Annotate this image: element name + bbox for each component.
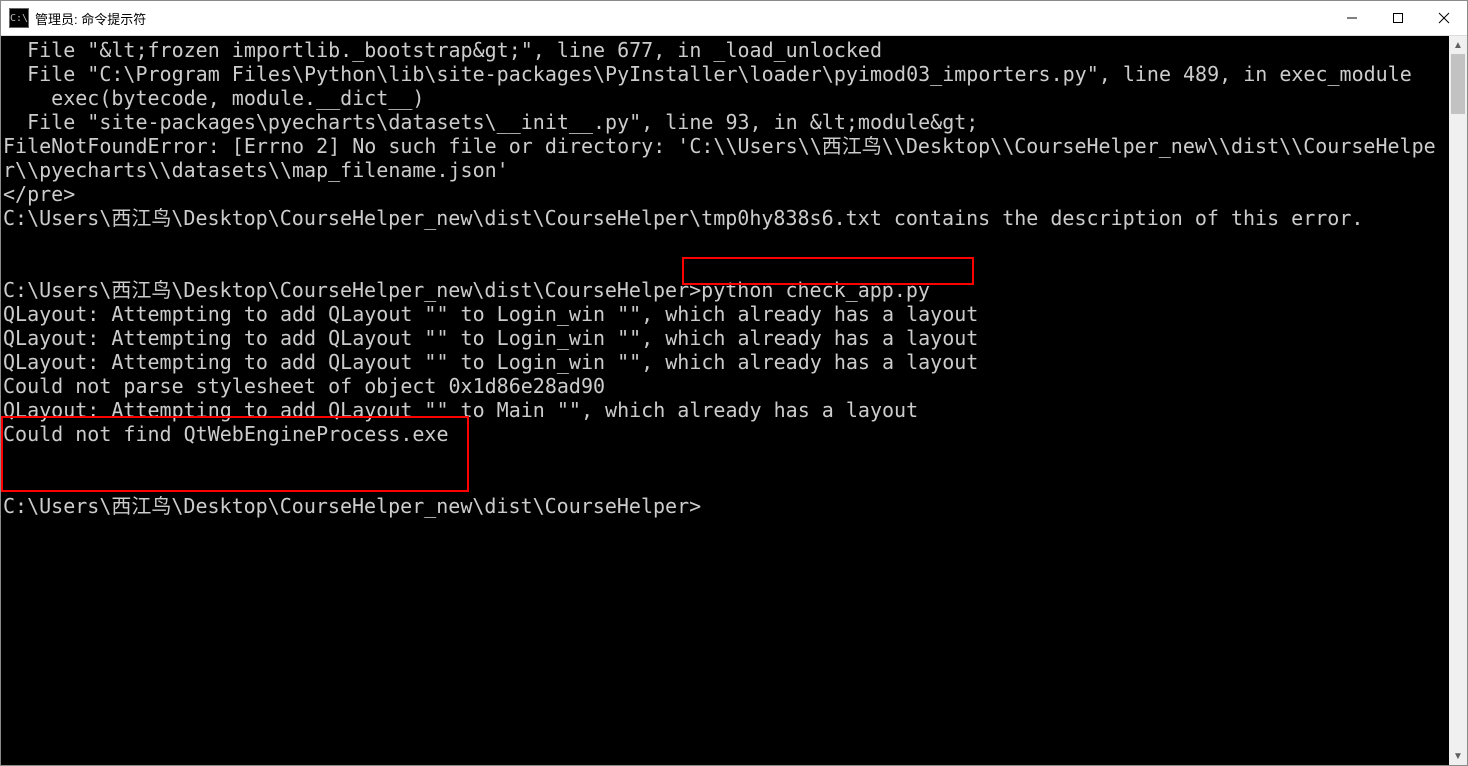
terminal-line: QLayout: Attempting to add QLayout "" to… [3, 302, 978, 326]
terminal-line: </pre> [3, 182, 75, 206]
terminal-line: Could not parse stylesheet of object 0x1… [3, 374, 605, 398]
terminal-output[interactable]: File "&lt;frozen importlib._bootstrap&gt… [1, 36, 1449, 765]
terminal-area: File "&lt;frozen importlib._bootstrap&gt… [1, 36, 1467, 765]
cmd-window: C:\ 管理员: 命令提示符 File "&lt;frozen importli… [0, 0, 1468, 766]
terminal-line: QLayout: Attempting to add QLayout "" to… [3, 398, 918, 422]
terminal-line: QLayout: Attempting to add QLayout "" to… [3, 350, 978, 374]
terminal-line: Could not find QtWebEngineProcess.exe [3, 422, 449, 446]
scrollbar-track[interactable] [1449, 54, 1467, 747]
terminal-line: C:\Users\西江鸟\Desktop\CourseHelper_new\di… [3, 278, 930, 302]
titlebar[interactable]: C:\ 管理员: 命令提示符 [1, 1, 1467, 36]
window-title: 管理员: 命令提示符 [35, 9, 146, 28]
terminal-line: File "C:\Program Files\Python\lib\site-p… [3, 62, 1412, 86]
minimize-button[interactable] [1329, 1, 1375, 35]
maximize-button[interactable] [1375, 1, 1421, 35]
close-button[interactable] [1421, 1, 1467, 35]
terminal-line: File "&lt;frozen importlib._bootstrap&gt… [3, 38, 882, 62]
terminal-line: FileNotFoundError: [Errno 2] No such fil… [3, 134, 1436, 158]
terminal-line: QLayout: Attempting to add QLayout "" to… [3, 326, 978, 350]
terminal-line: File "site-packages\pyecharts\datasets\_… [3, 110, 978, 134]
terminal-line: C:\Users\西江鸟\Desktop\CourseHelper_new\di… [3, 494, 701, 518]
maximize-icon [1392, 12, 1404, 24]
terminal-line: exec(bytecode, module.__dict__) [3, 86, 424, 110]
vertical-scrollbar[interactable]: ▲ ▼ [1449, 36, 1467, 765]
terminal-line: C:\Users\西江鸟\Desktop\CourseHelper_new\di… [3, 206, 1363, 230]
window-controls [1329, 1, 1467, 35]
cmd-icon: C:\ [9, 8, 29, 28]
minimize-icon [1346, 12, 1358, 24]
scrollbar-thumb[interactable] [1451, 54, 1465, 114]
scroll-down-arrow-icon[interactable]: ▼ [1449, 747, 1467, 765]
scroll-up-arrow-icon[interactable]: ▲ [1449, 36, 1467, 54]
terminal-line: r\\pyecharts\\datasets\\map_filename.jso… [3, 158, 509, 182]
close-icon [1438, 12, 1450, 24]
